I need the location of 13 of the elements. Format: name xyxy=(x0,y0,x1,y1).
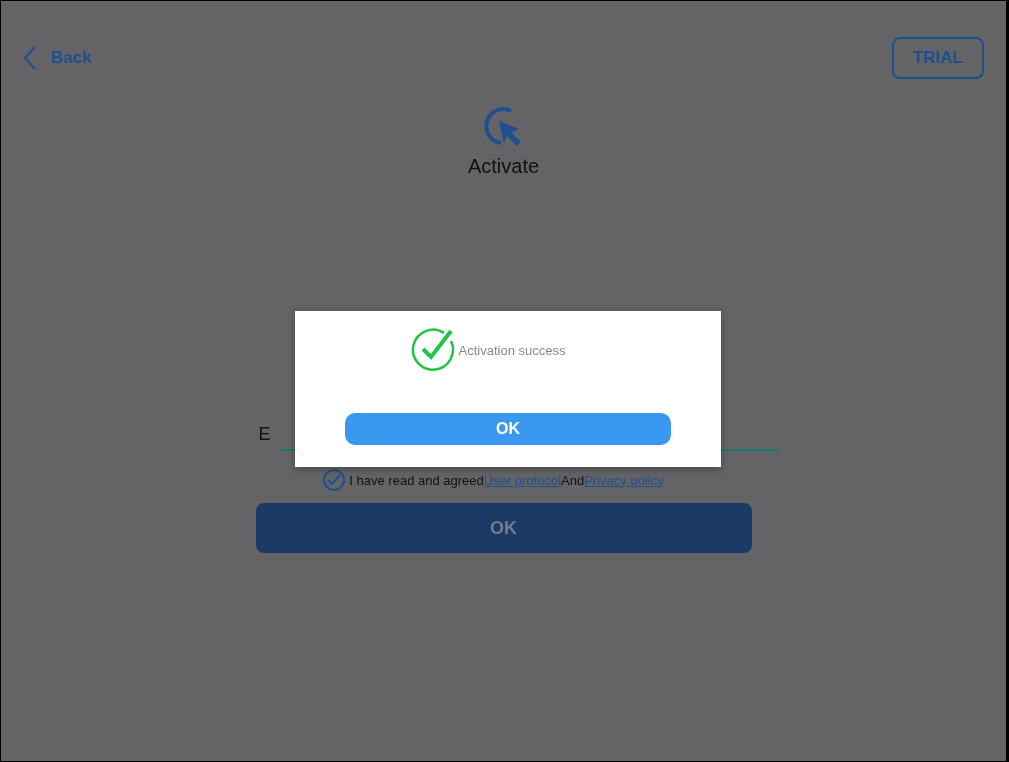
agreement-checkbox[interactable] xyxy=(323,469,346,491)
success-message: Activation success xyxy=(458,342,566,358)
ok-button[interactable]: OK xyxy=(255,503,752,553)
dialog-ok-button[interactable]: OK xyxy=(345,413,671,445)
field-label: E xyxy=(258,424,271,445)
checkmark-icon xyxy=(327,474,342,486)
chevron-left-icon xyxy=(23,45,37,71)
page-title: Activate xyxy=(467,155,540,178)
back-button[interactable]: Back xyxy=(23,45,92,71)
check-circle-icon xyxy=(410,327,457,373)
trial-button[interactable]: TRIAL xyxy=(891,37,984,79)
user-protocol-link[interactable]: User protocol xyxy=(483,472,562,488)
privacy-policy-link[interactable]: Privacy policy xyxy=(584,472,664,488)
